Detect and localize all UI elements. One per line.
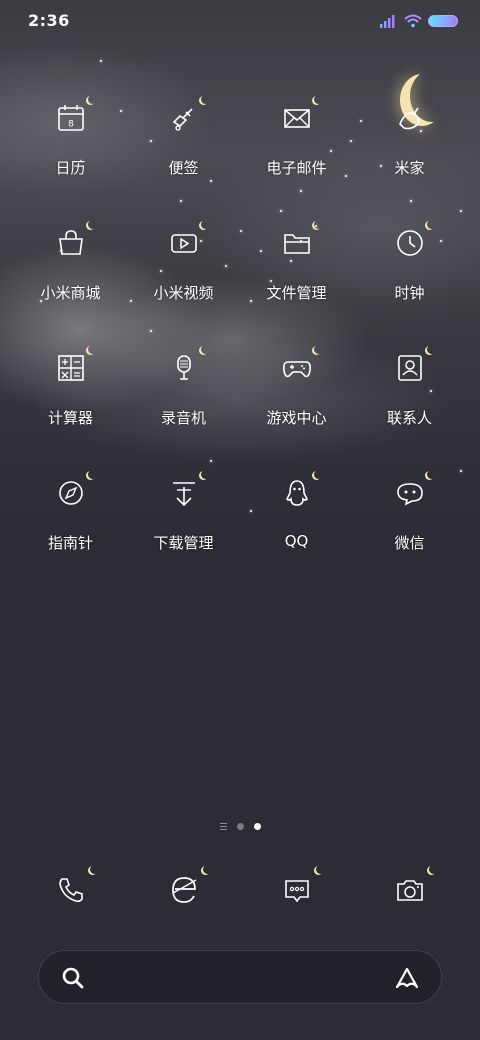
app-label: 游戏中心 [266, 409, 327, 427]
search-icon[interactable] [59, 964, 87, 992]
app-label: 日历 [55, 159, 86, 177]
calendar-day: 8 [68, 120, 74, 130]
dock-messages[interactable] [240, 862, 353, 914]
moon-badge-icon [199, 471, 208, 480]
app-notes[interactable]: 便签 [127, 92, 240, 217]
app-label: 时钟 [394, 284, 425, 302]
moon-badge-icon [86, 96, 95, 105]
moon-badge-icon [312, 221, 321, 230]
app-grid: 8 日历 便签 电子邮件 米家 小米商城 小米视频 文件管理 时钟 计算器 录音… [14, 92, 466, 592]
moon-badge-icon [427, 866, 436, 875]
folder-icon [275, 221, 319, 265]
app-calculator[interactable]: 计算器 [14, 342, 127, 467]
video-play-icon [162, 221, 206, 265]
search-bar[interactable] [38, 950, 442, 1004]
mail-icon [275, 96, 319, 140]
gamepad-icon [275, 346, 319, 390]
app-label: 微信 [394, 534, 425, 552]
download-icon [162, 471, 206, 515]
pager-menu-icon[interactable] [219, 823, 227, 830]
app-label: 文件管理 [266, 284, 327, 302]
app-download-manager[interactable]: 下载管理 [127, 467, 240, 592]
app-label: 计算器 [47, 409, 93, 427]
app-label: 指南针 [47, 534, 93, 552]
notes-icon [162, 96, 206, 140]
app-label: 电子邮件 [266, 159, 327, 177]
moon-badge-icon [199, 221, 208, 230]
moon-badge-icon [88, 866, 97, 875]
app-label: 便签 [168, 159, 199, 177]
app-mijia[interactable]: 米家 [353, 92, 466, 217]
status-time: 2:36 [28, 11, 70, 30]
status-icons [380, 12, 458, 30]
app-label: 小米商城 [40, 284, 101, 302]
microphone-icon [162, 346, 206, 390]
moon-badge-icon [86, 346, 95, 355]
compass-icon [49, 471, 93, 515]
app-recorder[interactable]: 录音机 [127, 342, 240, 467]
page-indicator[interactable] [0, 823, 480, 830]
battery-icon [428, 15, 458, 27]
app-mi-video[interactable]: 小米视频 [127, 217, 240, 342]
wechat-icon [388, 471, 432, 515]
moon-badge-icon [312, 471, 321, 480]
moon-badge-icon [312, 96, 321, 105]
app-qq[interactable]: QQ [240, 467, 353, 592]
camera-icon [386, 866, 434, 914]
star-decoration [100, 60, 102, 62]
browser-icon [160, 866, 208, 914]
status-bar: 2:36 [0, 0, 480, 40]
moon-badge-icon [314, 866, 323, 875]
moon-badge-icon [425, 471, 434, 480]
dock-phone[interactable] [14, 862, 127, 914]
app-game-center[interactable]: 游戏中心 [240, 342, 353, 467]
app-label: 小米视频 [153, 284, 214, 302]
app-clock[interactable]: 时钟 [353, 217, 466, 342]
dock [14, 862, 466, 914]
app-calendar[interactable]: 8 日历 [14, 92, 127, 217]
calendar-icon: 8 [49, 96, 93, 140]
moon-badge-icon [425, 221, 434, 230]
xiaoai-icon[interactable] [393, 964, 421, 992]
app-contacts[interactable]: 联系人 [353, 342, 466, 467]
moon-badge-icon [312, 346, 321, 355]
moon-badge-icon [201, 866, 210, 875]
qq-penguin-icon [275, 471, 319, 515]
app-label: 联系人 [386, 409, 432, 427]
shopping-bag-icon [49, 221, 93, 265]
app-email[interactable]: 电子邮件 [240, 92, 353, 217]
clock-icon [388, 221, 432, 265]
moon-badge-icon [199, 346, 208, 355]
mijia-icon [388, 96, 432, 140]
app-compass[interactable]: 指南针 [14, 467, 127, 592]
app-wechat[interactable]: 微信 [353, 467, 466, 592]
moon-badge-icon [86, 221, 95, 230]
moon-badge-icon [86, 471, 95, 480]
wifi-icon [404, 14, 422, 28]
app-label: QQ [284, 532, 309, 550]
page-dot-active[interactable] [253, 823, 261, 830]
messages-icon [273, 866, 321, 914]
contacts-icon [388, 346, 432, 390]
calculator-icon [49, 346, 93, 390]
signal-icon [380, 15, 395, 28]
phone-icon [47, 866, 95, 914]
moon-badge-icon [425, 346, 434, 355]
app-label: 录音机 [160, 409, 206, 427]
dock-camera[interactable] [353, 862, 466, 914]
dock-browser[interactable] [127, 862, 240, 914]
app-label: 米家 [394, 159, 425, 177]
app-mi-store[interactable]: 小米商城 [14, 217, 127, 342]
app-label: 下载管理 [153, 534, 214, 552]
app-file-manager[interactable]: 文件管理 [240, 217, 353, 342]
moon-badge-icon [199, 96, 208, 105]
page-dot[interactable] [236, 823, 244, 830]
